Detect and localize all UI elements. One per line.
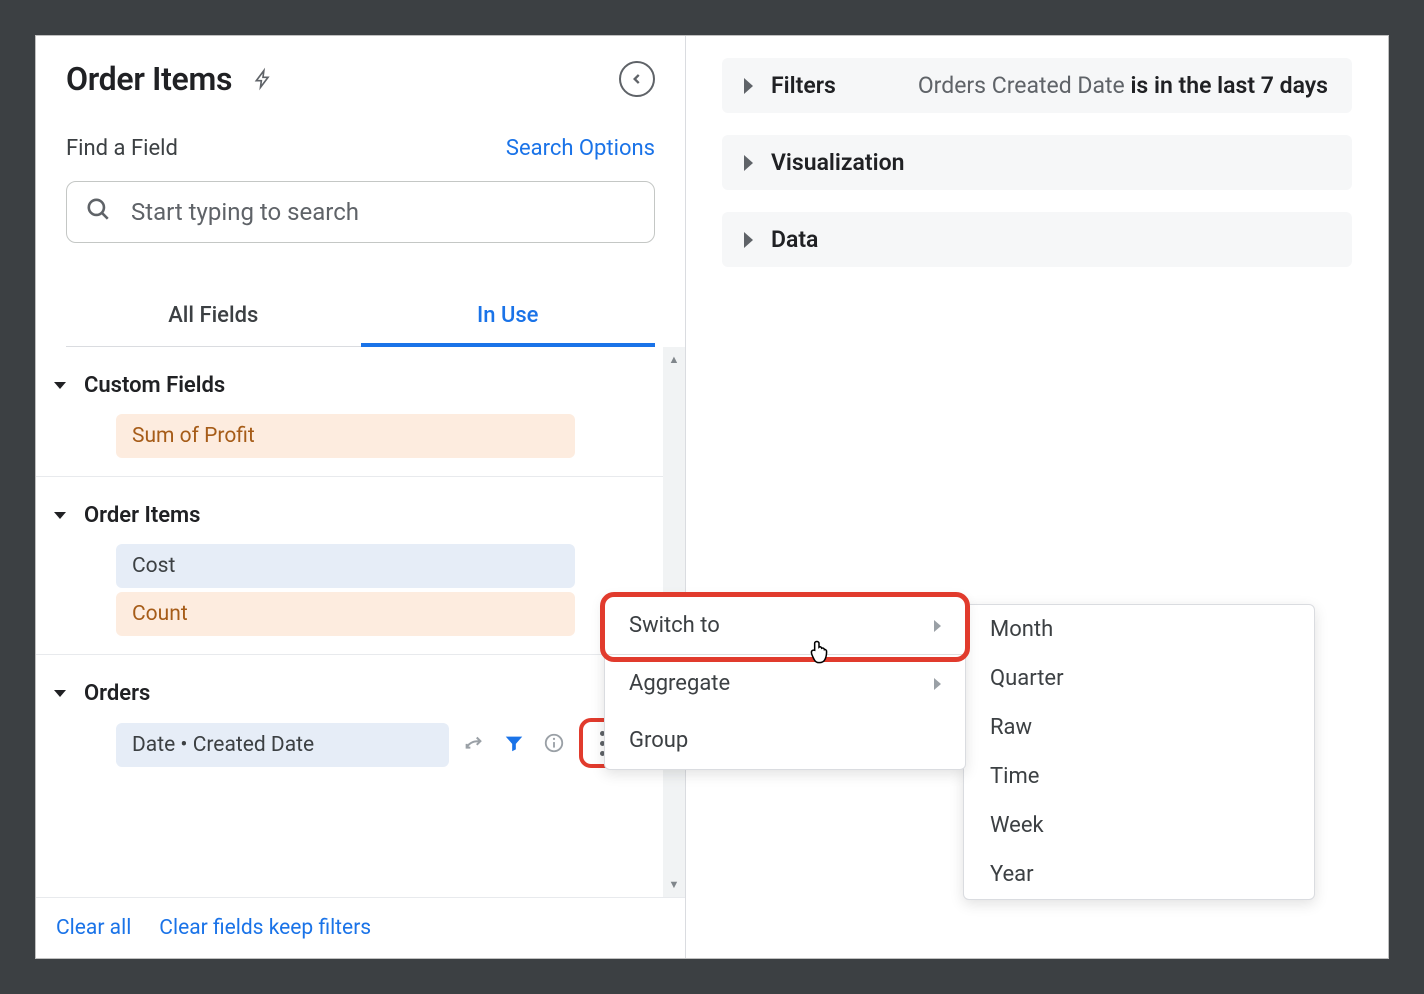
- group-orders: Orders Date • Created Date: [36, 655, 685, 786]
- filters-summary: Orders Created Date is in the last 7 day…: [918, 72, 1328, 99]
- field-tabs: All Fields In Use: [66, 287, 655, 347]
- field-row-date-created: Date • Created Date: [116, 718, 625, 768]
- caret-right-icon: [744, 78, 753, 94]
- menu-item-switch-to[interactable]: Switch to: [605, 597, 965, 654]
- group-custom-fields: Custom Fields Sum of Profit: [36, 347, 685, 477]
- accordion-title: Data: [771, 226, 818, 253]
- search-icon: [85, 196, 111, 228]
- menu-item-label: Switch to: [629, 613, 720, 638]
- accordion-data[interactable]: Data: [722, 212, 1352, 267]
- menu-item-label: Group: [629, 728, 688, 753]
- tab-all-fields[interactable]: All Fields: [66, 287, 361, 346]
- field-sum-of-profit[interactable]: Sum of Profit: [116, 414, 575, 458]
- group-header-order-items[interactable]: Order Items: [54, 495, 655, 540]
- bolt-icon[interactable]: [246, 62, 280, 96]
- collapse-panel-button[interactable]: [619, 61, 655, 97]
- pivot-icon[interactable]: [459, 728, 489, 758]
- switch-to-submenu: Month Quarter Raw Time Week Year: [963, 604, 1315, 900]
- find-row: Find a Field Search Options: [66, 136, 655, 161]
- menu-item-label: Aggregate: [629, 671, 730, 696]
- menu-item-aggregate[interactable]: Aggregate: [605, 655, 965, 712]
- footer-links: Clear all Clear fields keep filters: [36, 897, 685, 958]
- filters-summary-prefix: Orders Created Date: [918, 72, 1131, 99]
- accordion-filters[interactable]: Filters Orders Created Date is in the la…: [722, 58, 1352, 113]
- caret-down-icon: [54, 512, 66, 519]
- clear-fields-keep-filters-link[interactable]: Clear fields keep filters: [159, 916, 371, 940]
- group-label: Orders: [84, 681, 150, 706]
- group-header-custom[interactable]: Custom Fields: [54, 365, 655, 410]
- clear-all-link[interactable]: Clear all: [56, 916, 131, 940]
- group-order-items: Order Items Cost Count: [36, 477, 685, 655]
- caret-right-icon: [744, 232, 753, 248]
- info-icon[interactable]: [539, 728, 569, 758]
- group-label: Custom Fields: [84, 373, 225, 398]
- caret-down-icon: [54, 690, 66, 697]
- field-context-menu: Switch to Aggregate Group: [604, 596, 966, 770]
- field-count[interactable]: Count: [116, 592, 575, 636]
- field-list: ▲ ▼ Custom Fields Sum of Profit Order It…: [36, 347, 685, 897]
- tab-in-use[interactable]: In Use: [361, 287, 656, 346]
- group-header-orders[interactable]: Orders: [54, 673, 655, 718]
- group-label: Order Items: [84, 503, 200, 528]
- field-cost[interactable]: Cost: [116, 544, 575, 588]
- menu-item-group[interactable]: Group: [605, 712, 965, 769]
- submenu-item-year[interactable]: Year: [964, 850, 1314, 899]
- scroll-up-icon: ▲: [669, 353, 680, 366]
- submenu-item-month[interactable]: Month: [964, 605, 1314, 654]
- title-row: Order Items: [66, 60, 655, 98]
- submenu-item-raw[interactable]: Raw: [964, 703, 1314, 752]
- filters-summary-bold: is in the last 7 days: [1130, 72, 1328, 99]
- submenu-item-time[interactable]: Time: [964, 752, 1314, 801]
- find-field-label: Find a Field: [66, 136, 178, 161]
- app-frame: Order Items Find a Field Search Options: [35, 35, 1389, 959]
- field-date-created[interactable]: Date • Created Date: [116, 723, 449, 767]
- accordion-title: Visualization: [771, 149, 904, 176]
- filter-icon[interactable]: [499, 728, 529, 758]
- caret-down-icon: [54, 382, 66, 389]
- scroll-down-icon: ▼: [669, 878, 680, 891]
- submenu-item-quarter[interactable]: Quarter: [964, 654, 1314, 703]
- field-picker-header: Order Items Find a Field Search Options: [36, 36, 685, 347]
- submenu-caret-icon: [934, 620, 941, 632]
- field-picker-panel: Order Items Find a Field Search Options: [36, 36, 686, 958]
- explore-title: Order Items: [66, 60, 232, 98]
- search-box[interactable]: [66, 181, 655, 243]
- submenu-item-week[interactable]: Week: [964, 801, 1314, 850]
- accordion-visualization[interactable]: Visualization: [722, 135, 1352, 190]
- accordion-title: Filters: [771, 72, 836, 99]
- search-options-link[interactable]: Search Options: [506, 136, 655, 161]
- submenu-caret-icon: [934, 678, 941, 690]
- caret-right-icon: [744, 155, 753, 171]
- search-input[interactable]: [129, 197, 636, 227]
